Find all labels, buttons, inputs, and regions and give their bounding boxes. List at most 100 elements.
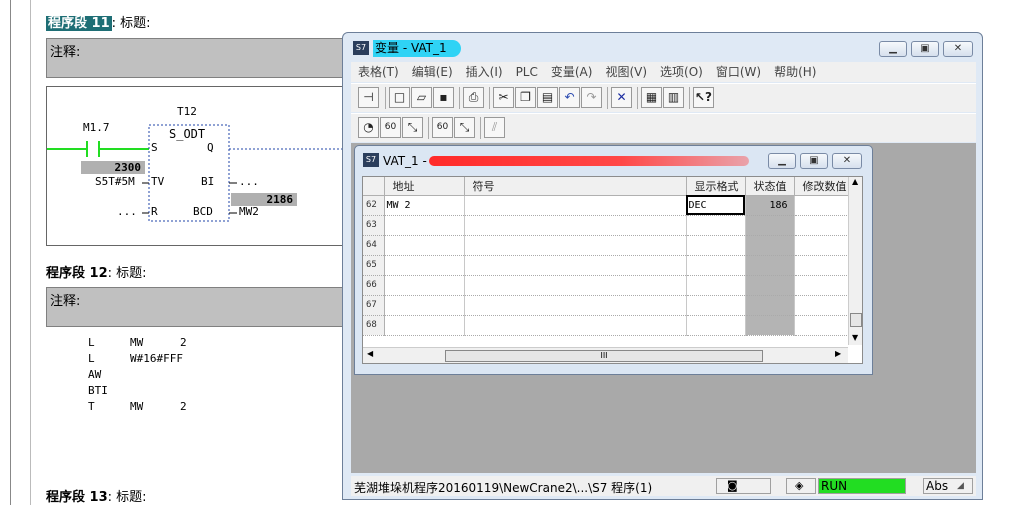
new-icon[interactable]: □ (389, 87, 410, 108)
menu-item-8[interactable]: 帮助(H) (767, 62, 822, 82)
cell-addr[interactable] (384, 275, 465, 296)
menu-item-1[interactable]: 编辑(E) (405, 62, 459, 82)
redo-icon[interactable]: ↷ (581, 87, 602, 108)
monitor-icon[interactable]: ◔ (358, 117, 379, 138)
cell-sym[interactable] (464, 315, 687, 336)
menu-item-0[interactable]: 表格(T) (351, 62, 405, 82)
scroll-right-icon[interactable]: ▶ (835, 349, 841, 358)
delete-icon[interactable]: ✕ (611, 87, 632, 108)
network-11-comment[interactable]: 注释: (46, 38, 366, 78)
horizontal-scrollbar[interactable]: ◀ III ▶ (363, 347, 848, 363)
bcd-output[interactable]: MW2 (239, 205, 259, 218)
help-icon[interactable]: ↖? (693, 87, 714, 108)
network-13-header[interactable]: 程序段 13: 标题: (46, 486, 147, 505)
cell-mod[interactable] (794, 255, 850, 276)
cell-addr[interactable] (384, 215, 465, 236)
minimize-button[interactable]: ▁ (879, 41, 907, 57)
ladder-network-11[interactable]: T12 S_ODT M1.7 S Q TV BI R BCD 2300 S5T#… (46, 86, 357, 246)
paste-icon[interactable]: ▤ (537, 87, 558, 108)
cell-stat[interactable] (745, 275, 795, 296)
menu-item-7[interactable]: 窗口(W) (709, 62, 767, 82)
network-13-title[interactable]: 程序段 13 (46, 490, 108, 505)
vat-table-window[interactable]: S7 VAT_1 - ▁ ▣ ✕ 地址 符号 显示格式 状态值 修改数值 62 MW 2 D… (354, 145, 873, 375)
vat-grid[interactable]: 地址 符号 显示格式 状态值 修改数值 62 MW 2 DEC 186 63 64 65 66 67 68… (362, 176, 863, 364)
menu-item-2[interactable]: 插入(I) (459, 62, 509, 82)
cell-stat[interactable] (745, 295, 795, 316)
table-row[interactable]: 62 MW 2 DEC 186 (363, 195, 850, 216)
menu-item-3[interactable]: PLC (509, 62, 544, 82)
cell-fmt[interactable] (686, 215, 746, 236)
column-header-1[interactable]: 地址 (384, 177, 465, 196)
cell-addr[interactable] (384, 295, 465, 316)
vat-window-titlebar[interactable]: S7 变量 - VAT_1 ▁ ▣ ✕ (343, 33, 982, 61)
bi-output[interactable]: ... (239, 175, 259, 188)
cell-fmt[interactable]: DEC (686, 195, 746, 216)
cut-icon[interactable]: ✂ (493, 87, 514, 108)
table-row[interactable]: 66 (363, 275, 850, 296)
force-icon[interactable]: ⫽ (484, 117, 505, 138)
cell-fmt[interactable] (686, 255, 746, 276)
horizontal-scroll-thumb[interactable]: III (445, 350, 763, 362)
column-header-0[interactable] (363, 177, 385, 196)
cell-mod[interactable] (794, 315, 850, 336)
network-11-header[interactable]: 程序段 11: 标题: (46, 12, 151, 31)
plc-config-icon[interactable]: ▥ (663, 87, 684, 108)
pin-icon[interactable]: ⊣ (358, 87, 379, 108)
table-row[interactable]: 63 (363, 215, 850, 236)
scroll-left-icon[interactable]: ◀ (367, 349, 373, 358)
copy-icon[interactable]: ❐ (515, 87, 536, 108)
cell-mod[interactable] (794, 215, 850, 236)
inner-minimize-button[interactable]: ▁ (768, 153, 796, 169)
plc-online-icon[interactable]: ▦ (641, 87, 662, 108)
open-icon[interactable]: ▱ (411, 87, 432, 108)
cell-mod[interactable] (794, 275, 850, 296)
undo-icon[interactable]: ↶ (559, 87, 580, 108)
cell-stat[interactable] (745, 315, 795, 336)
save-icon[interactable]: ▪ (433, 87, 454, 108)
menu-item-5[interactable]: 视图(V) (598, 62, 653, 82)
cell-stat[interactable] (745, 235, 795, 256)
resize-grip-icon[interactable]: ◢ (957, 479, 964, 493)
column-header-5[interactable]: 修改数值 (794, 177, 850, 196)
r-input[interactable]: ... (117, 205, 137, 218)
table-row[interactable]: 64 (363, 235, 850, 256)
tv-input[interactable]: S5T#5M (95, 175, 135, 188)
network-11-title[interactable]: 程序段 11 (46, 16, 112, 31)
maximize-button[interactable]: ▣ (911, 41, 939, 57)
network-12-comment[interactable]: 注释: (46, 287, 366, 327)
inner-maximize-button[interactable]: ▣ (800, 153, 828, 169)
cell-sym[interactable] (464, 235, 687, 256)
modify-trigger-icon[interactable]: ⤡ (454, 117, 475, 138)
cell-mod[interactable] (794, 295, 850, 316)
cell-fmt[interactable] (686, 295, 746, 316)
table-row[interactable]: 68 (363, 315, 850, 336)
cell-sym[interactable] (464, 195, 687, 216)
cell-stat[interactable]: 186 (745, 195, 795, 216)
cell-addr[interactable] (384, 315, 465, 336)
close-button[interactable]: ✕ (943, 41, 973, 57)
vertical-scrollbar[interactable]: ▲ ▼ (848, 177, 862, 345)
cell-mod[interactable] (794, 235, 850, 256)
column-header-4[interactable]: 状态值 (745, 177, 795, 196)
column-header-2[interactable]: 符号 (464, 177, 687, 196)
monitor-trigger-icon[interactable]: 60 (432, 117, 453, 138)
cell-sym[interactable] (464, 295, 687, 316)
network-12-header[interactable]: 程序段 12: 标题: (46, 262, 147, 281)
cell-stat[interactable] (745, 255, 795, 276)
cell-mod[interactable] (794, 195, 850, 216)
cell-fmt[interactable] (686, 275, 746, 296)
print-icon[interactable]: ⎙ (463, 87, 484, 108)
network-12-title[interactable]: 程序段 12 (46, 266, 108, 281)
monitor-once-icon[interactable]: 60 (380, 117, 401, 138)
cell-fmt[interactable] (686, 315, 746, 336)
table-row[interactable]: 65 (363, 255, 850, 276)
cell-sym[interactable] (464, 255, 687, 276)
cell-addr[interactable]: MW 2 (384, 195, 465, 216)
vertical-scroll-thumb[interactable] (850, 313, 862, 327)
menu-item-6[interactable]: 选项(O) (653, 62, 709, 82)
cell-sym[interactable] (464, 215, 687, 236)
table-row[interactable]: 67 (363, 295, 850, 316)
inner-close-button[interactable]: ✕ (832, 153, 862, 169)
cell-stat[interactable] (745, 215, 795, 236)
cell-sym[interactable] (464, 275, 687, 296)
